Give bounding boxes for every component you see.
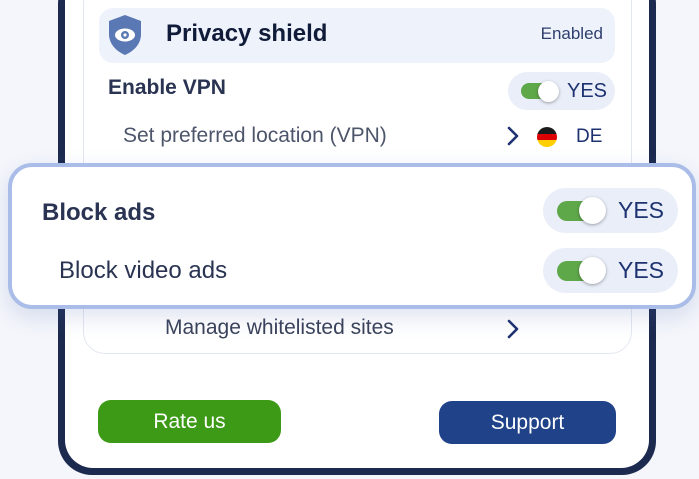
- rate-us-button[interactable]: Rate us: [98, 400, 281, 443]
- toggle-knob: [538, 80, 559, 102]
- toggle-track: [557, 257, 606, 284]
- block-video-ads-toggle[interactable]: YES: [543, 248, 678, 293]
- enable-vpn-label: Enable VPN: [108, 76, 226, 99]
- toggle-state-label: YES: [618, 197, 665, 223]
- toggle-knob: [579, 197, 606, 224]
- block-ads-toggle[interactable]: YES: [543, 188, 678, 233]
- chevron-right-icon[interactable]: [506, 318, 520, 340]
- preferred-location-label[interactable]: Set preferred location (VPN): [123, 124, 387, 148]
- privacy-shield-status: Enabled: [540, 24, 603, 43]
- eye-shield-icon: [109, 15, 141, 55]
- location-country-code: DE: [576, 126, 603, 147]
- manage-whitelist-label[interactable]: Manage whitelisted sites: [165, 316, 394, 340]
- support-button[interactable]: Support: [439, 401, 616, 444]
- toggle-state-label: YES: [567, 79, 608, 102]
- toggle-state-label: YES: [618, 257, 665, 283]
- block-ads-label: Block ads: [42, 199, 156, 226]
- enable-vpn-toggle[interactable]: YES: [508, 72, 615, 110]
- toggle-track: [521, 80, 559, 102]
- chevron-right-icon[interactable]: [506, 125, 520, 147]
- toggle-track: [557, 197, 606, 224]
- germany-flag-icon: [537, 127, 557, 147]
- privacy-shield-title: Privacy shield: [166, 20, 328, 47]
- toggle-knob: [579, 257, 606, 284]
- block-video-ads-label: Block video ads: [59, 257, 228, 284]
